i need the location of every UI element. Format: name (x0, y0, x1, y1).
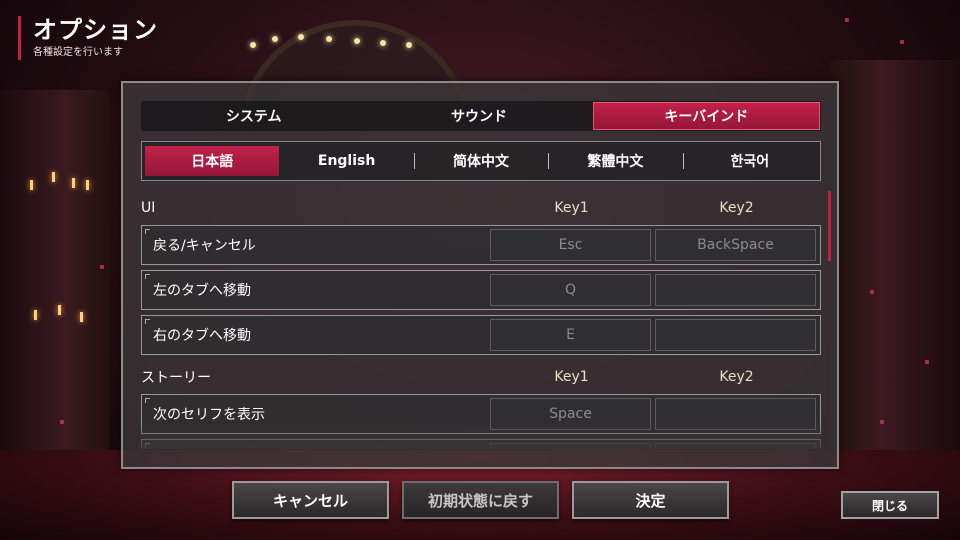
key1-slot[interactable] (490, 443, 651, 449)
section-header-ui: UI Key1 Key2 (141, 191, 821, 225)
lang-simplified-chinese[interactable]: 简体中文 (413, 146, 548, 176)
confirm-button[interactable]: 決定 (572, 481, 729, 519)
tab-keybind[interactable]: キーバインド (592, 102, 820, 130)
row-corner-mark (145, 443, 150, 448)
keybind-action-label: 右のタブへ移動 (153, 328, 251, 344)
key1-slot[interactable]: E (490, 319, 651, 351)
section-title-story: ストーリー (141, 370, 211, 386)
row-corner-mark (145, 229, 150, 234)
key2-slot[interactable] (655, 398, 816, 430)
background-pillar-right (830, 60, 960, 480)
keybind-list[interactable]: UI Key1 Key2 戻る/キャンセル Esc BackSpace 左のタブ… (141, 191, 821, 449)
section-header-story: ストーリー Key1 Key2 (141, 360, 821, 394)
row-corner-mark (145, 319, 150, 324)
key2-slot[interactable]: BackSpace (655, 229, 816, 261)
key2-slot[interactable] (655, 274, 816, 306)
keybind-row[interactable] (141, 439, 821, 449)
column-header-key1: Key1 (554, 200, 589, 216)
key1-slot[interactable]: Space (490, 398, 651, 430)
keybind-action-label: 戻る/キャンセル (153, 238, 256, 254)
column-header-key2: Key2 (719, 369, 754, 385)
column-header-key2: Key2 (719, 200, 754, 216)
row-corner-mark (145, 274, 150, 279)
keybind-action-label (142, 440, 488, 449)
scrollbar-thumb[interactable] (828, 191, 831, 261)
keybind-row[interactable]: 戻る/キャンセル Esc BackSpace (141, 225, 821, 265)
options-tabs: システム サウンド キーバインド (141, 101, 821, 131)
row-corner-mark (145, 398, 150, 403)
key2-slot[interactable] (655, 443, 816, 449)
lang-english[interactable]: English (279, 146, 413, 176)
tab-system[interactable]: システム (141, 101, 366, 131)
key2-slot[interactable] (655, 319, 816, 351)
keybind-row[interactable]: 左のタブへ移動 Q (141, 270, 821, 310)
background-lights (250, 34, 450, 54)
lang-traditional-chinese[interactable]: 繁體中文 (548, 146, 682, 176)
page-subtitle: 各種設定を行います (33, 47, 123, 58)
keybind-row[interactable]: 右のタブへ移動 E (141, 315, 821, 355)
close-button[interactable]: 閉じる (841, 491, 939, 519)
page-header: オプション 各種設定を行います (18, 16, 158, 60)
options-panel: システム サウンド キーバインド 日本語 English 简体中文 繁體中文 한… (121, 81, 839, 469)
scrollbar[interactable] (828, 191, 831, 449)
page-title: オプション (33, 16, 158, 44)
column-header-key1: Key1 (554, 369, 589, 385)
keybind-action-label: 次のセリフを表示 (153, 407, 265, 423)
background-pillar-left (0, 90, 110, 470)
tab-sound[interactable]: サウンド (366, 101, 591, 131)
keybind-row[interactable]: 次のセリフを表示 Space (141, 394, 821, 434)
key1-slot[interactable]: Q (490, 274, 651, 306)
reset-defaults-button[interactable]: 初期状態に戻す (402, 481, 559, 519)
lang-korean[interactable]: 한국어 (682, 146, 817, 176)
keybind-action-label: 左のタブへ移動 (153, 283, 251, 299)
lang-japanese[interactable]: 日本語 (145, 146, 280, 176)
language-selector: 日本語 English 简体中文 繁體中文 한국어 (141, 141, 821, 181)
key1-slot[interactable]: Esc (490, 229, 651, 261)
section-title-ui: UI (141, 200, 156, 216)
cancel-button[interactable]: キャンセル (232, 481, 389, 519)
